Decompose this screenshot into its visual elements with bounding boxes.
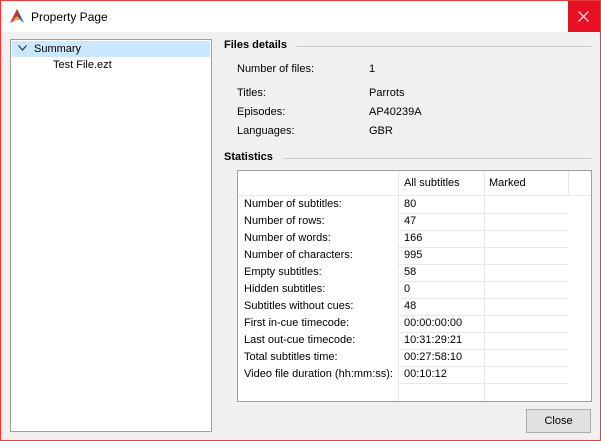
stat-label: First in-cue timecode: [244,317,350,329]
stat-all-value: 58 [404,266,417,278]
languages-value: GBR [369,125,393,137]
close-button[interactable]: Close [526,409,591,433]
property-page-window: Property Page Summary Test File.ezt File… [0,0,601,441]
stat-all-value: 48 [404,300,417,312]
languages-label: Languages: [237,125,295,137]
number-of-files-label: Number of files: [237,63,315,75]
stat-label: Video file duration (hh:mm:ss): [244,368,393,380]
stat-label: Number of characters: [244,249,353,261]
stat-all-value: 0 [404,283,411,295]
titles-value: Parrots [369,87,405,99]
number-of-files-value: 1 [369,63,376,75]
app-logo-icon [9,8,25,24]
stat-label: Total subtitles time: [244,351,338,363]
files-details-header: Files details [224,39,287,51]
window-title: Property Page [31,10,108,24]
stat-all-value: 166 [404,232,423,244]
stat-label: Number of subtitles: [244,198,342,210]
stat-label: Empty subtitles: [244,266,322,278]
stat-label: Subtitles without cues: [244,300,354,312]
row-divider [399,281,568,282]
column-header-marked[interactable]: Marked [489,171,526,195]
column-divider [568,171,569,195]
statistics-table[interactable]: All subtitles Marked Number of subtitles… [237,170,592,402]
row-divider [399,383,568,384]
tree-item-test-file[interactable]: Test File.ezt [53,57,112,73]
close-icon [578,11,589,22]
stat-all-value: 80 [404,198,417,210]
statistics-divider [283,158,591,159]
window-close-button[interactable] [568,1,600,32]
files-details-divider [297,46,591,47]
title-bar: Property Page [1,1,600,32]
episodes-value: AP40239A [369,106,422,118]
stat-all-value: 47 [404,215,417,227]
statistics-header: Statistics [224,151,273,163]
navigation-tree[interactable]: Summary Test File.ezt [10,39,212,432]
episodes-label: Episodes: [237,106,286,118]
stat-all-value: 00:00:00:00 [404,317,463,329]
tree-item-label: Summary [34,43,82,55]
row-divider [399,213,568,214]
chevron-down-icon[interactable] [18,45,27,51]
column-header-all-subtitles[interactable]: All subtitles [404,171,460,195]
row-divider [399,247,568,248]
stat-label: Hidden subtitles: [244,283,326,295]
stat-all-value: 995 [404,249,423,261]
stat-label: Number of words: [244,232,331,244]
row-divider [399,298,568,299]
stat-all-value: 10:31:29:21 [404,334,463,346]
tree-item-summary[interactable]: Summary [12,41,210,57]
stat-label: Last out-cue timecode: [244,334,356,346]
stat-all-value: 00:27:58:10 [404,351,463,363]
row-divider [399,230,568,231]
stat-all-value: 00:10:12 [404,368,447,380]
titles-label: Titles: [237,87,266,99]
row-divider [399,264,568,265]
stat-label: Number of rows: [244,215,325,227]
